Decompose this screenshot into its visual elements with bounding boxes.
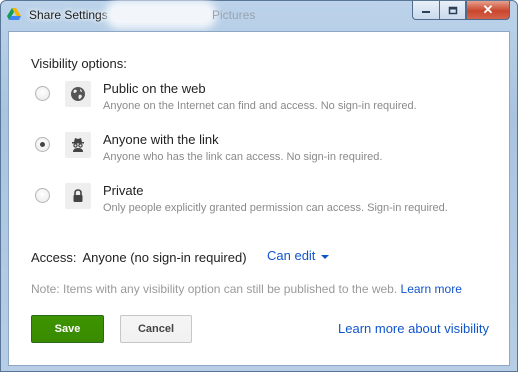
option-anyone-with-link[interactable]: Anyone with the link Anyone who has the … [31, 132, 501, 172]
maximize-icon [448, 6, 457, 14]
option-private[interactable]: Private Only people explicitly granted p… [31, 183, 501, 223]
chevron-down-icon [321, 254, 330, 259]
redacted-title-area [111, 6, 211, 23]
permission-dropdown-label: Can edit [267, 248, 316, 263]
title-bar[interactable]: Share Settings Pictures ✕ [1, 1, 517, 31]
minimize-icon [422, 11, 430, 13]
access-value: Anyone (no sign-in required) [82, 250, 247, 265]
radio-private[interactable] [35, 188, 50, 203]
radio-anyone-with-link[interactable] [35, 137, 50, 152]
close-icon: ✕ [482, 2, 494, 17]
minimize-button[interactable] [412, 1, 439, 20]
option-description: Only people explicitly granted permissio… [103, 202, 448, 214]
window-title-suffix: Pictures [212, 8, 256, 22]
option-title: Private [103, 183, 144, 198]
learn-more-link[interactable]: Learn more [401, 282, 462, 296]
share-settings-window: Share Settings Pictures ✕ Visibility opt… [0, 0, 518, 372]
window-controls: ✕ [412, 1, 510, 20]
close-button[interactable]: ✕ [466, 1, 510, 20]
dialog-body: Visibility options: Public on the web An… [8, 31, 510, 366]
option-description: Anyone who has the link can access. No s… [103, 151, 383, 163]
publish-note: Note: Items with any visibility option c… [31, 282, 462, 296]
publish-note-text: Note: Items with any visibility option c… [31, 282, 398, 296]
window-title: Share Settings [29, 8, 108, 22]
google-drive-icon [7, 8, 21, 20]
maximize-button[interactable] [439, 1, 466, 20]
visibility-options-heading: Visibility options: [31, 56, 127, 71]
radio-public[interactable] [35, 86, 50, 101]
learn-more-about-visibility-link[interactable]: Learn more about visibility [338, 321, 489, 336]
option-title: Anyone with the link [103, 132, 219, 147]
access-label: Access: [31, 250, 77, 265]
lock-icon [65, 183, 91, 209]
option-title: Public on the web [103, 81, 206, 96]
option-description: Anyone on the Internet can find and acce… [103, 100, 417, 112]
incognito-user-icon [65, 132, 91, 158]
permission-dropdown[interactable]: Can edit [267, 248, 330, 263]
access-row: Access: Anyone (no sign-in required) [31, 250, 247, 265]
option-public-on-web[interactable]: Public on the web Anyone on the Internet… [31, 81, 501, 121]
save-button[interactable]: Save [31, 315, 104, 343]
cancel-button[interactable]: Cancel [120, 315, 192, 343]
globe-icon [65, 81, 91, 107]
